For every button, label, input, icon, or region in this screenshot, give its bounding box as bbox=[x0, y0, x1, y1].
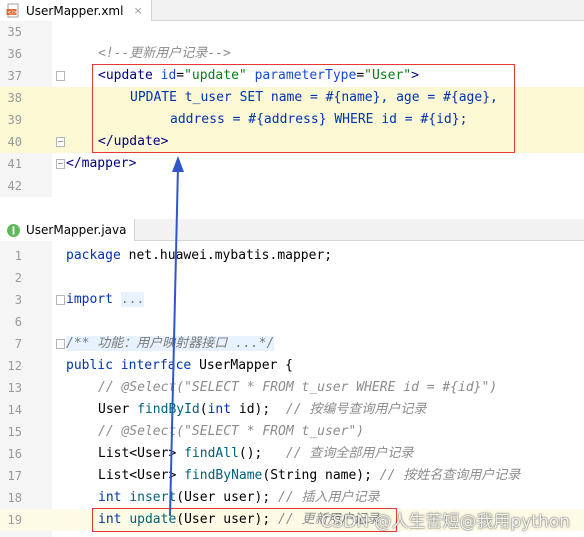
fold-marker[interactable] bbox=[56, 159, 65, 169]
line-number: 3 bbox=[14, 293, 22, 307]
line-number: 12 bbox=[7, 359, 22, 373]
line-number: 15 bbox=[7, 425, 22, 439]
java-editor[interactable]: 1 package net.huawei.mybatis.mapper; 2 3… bbox=[0, 241, 584, 537]
code-line: 15 // @Select("SELECT * FROM t_user") bbox=[0, 421, 584, 443]
line-number: 19 bbox=[7, 513, 22, 527]
type-name: List<User> bbox=[98, 468, 177, 483]
line-number: 16 bbox=[7, 447, 22, 461]
code-line: 2 bbox=[0, 267, 584, 289]
method-name: findAll bbox=[184, 446, 239, 461]
close-tab-icon[interactable]: × bbox=[133, 4, 142, 17]
code-line: 17 List<User> findByName(String name); /… bbox=[0, 465, 584, 487]
line-number: 2 bbox=[14, 271, 22, 285]
line-number: 40 bbox=[7, 135, 22, 149]
code-comment: // 查询全部用户记录 bbox=[285, 446, 414, 461]
line-number: 17 bbox=[7, 469, 22, 483]
line-number: 35 bbox=[7, 25, 22, 39]
code-comment: // @Select("SELECT * FROM t_user WHERE i… bbox=[98, 380, 498, 395]
fold-marker[interactable] bbox=[56, 339, 65, 349]
code-line: 1 package net.huawei.mybatis.mapper; bbox=[0, 245, 584, 267]
line-number: 39 bbox=[7, 113, 22, 127]
code-text: (User user); bbox=[176, 490, 271, 505]
xml-comment: <!--更新用户记录--> bbox=[98, 46, 231, 61]
code-comment: // @Select("SELECT * FROM t_user") bbox=[98, 424, 365, 439]
pane-separator bbox=[0, 197, 584, 219]
xml-tag: </mapper> bbox=[66, 156, 137, 171]
method-name: insert bbox=[129, 490, 177, 505]
type-name: User bbox=[98, 402, 130, 417]
line-number: 18 bbox=[7, 491, 22, 505]
keyword: import bbox=[66, 292, 113, 307]
xml-tab-bar: </> UserMapper.xml × bbox=[0, 0, 584, 21]
code-text: id); bbox=[231, 402, 271, 417]
code-line: 3 import ... bbox=[0, 289, 584, 311]
code-line: 12 public interface UserMapper { bbox=[0, 355, 584, 377]
line-number: 14 bbox=[7, 403, 22, 417]
line-number: 37 bbox=[7, 69, 22, 83]
fold-marker[interactable] bbox=[56, 71, 65, 81]
keyword: int bbox=[98, 490, 122, 505]
keyword: public bbox=[66, 358, 113, 373]
tab-label: UserMapper.java bbox=[26, 223, 127, 237]
code-text: net.huawei.mybatis.mapper; bbox=[120, 248, 333, 263]
code-line: 16 List<User> findAll(); // 查询全部用户记录 bbox=[0, 443, 584, 465]
doc-comment[interactable]: /** 功能：用户映射器接口 ...*/ bbox=[66, 336, 275, 351]
svg-text:</>: </> bbox=[7, 10, 17, 16]
java-tab-bar: UserMapper.java bbox=[0, 219, 584, 241]
code-text: UserMapper { bbox=[191, 358, 293, 373]
line-number: 1 bbox=[14, 249, 22, 263]
code-line: 13 // @Select("SELECT * FROM t_user WHER… bbox=[0, 377, 584, 399]
code-comment: // 插入用户记录 bbox=[278, 490, 380, 505]
code-line: 42 bbox=[0, 175, 584, 197]
keyword: interface bbox=[120, 358, 192, 373]
code-text: (String name); bbox=[262, 468, 372, 483]
line-number: 41 bbox=[7, 157, 22, 171]
watermark: CSDN @人生苦短@我用python bbox=[320, 512, 570, 532]
tab-label: UserMapper.xml bbox=[26, 3, 124, 18]
code-line: 18 int insert(User user); // 插入用户记录 bbox=[0, 487, 584, 509]
line-number: 36 bbox=[7, 47, 22, 61]
code-line: 41 </mapper> bbox=[0, 153, 584, 175]
xml-editor[interactable]: 35 36 <!--更新用户记录--> 37 <update id="updat… bbox=[0, 21, 584, 197]
line-number: 38 bbox=[7, 91, 22, 105]
code-line: 6 bbox=[0, 311, 584, 333]
interface-icon bbox=[7, 223, 20, 237]
highlight-box-xml bbox=[92, 64, 515, 153]
fold-marker[interactable] bbox=[56, 137, 65, 147]
line-number: 13 bbox=[7, 381, 22, 395]
folded-region[interactable]: ... bbox=[120, 292, 145, 307]
method-name: findById bbox=[137, 402, 200, 417]
fold-marker[interactable] bbox=[56, 295, 65, 305]
keyword: package bbox=[66, 248, 121, 263]
code-line: 35 bbox=[0, 21, 584, 43]
keyword: int bbox=[207, 402, 232, 417]
method-name: findByName bbox=[184, 468, 263, 483]
tab-usermapper-xml[interactable]: </> UserMapper.xml × bbox=[0, 0, 152, 21]
code-comment: // 按编号查询用户记录 bbox=[285, 402, 427, 417]
line-number: 7 bbox=[14, 337, 22, 351]
code-text: (); bbox=[238, 446, 263, 461]
code-comment: // 按姓名查询用户记录 bbox=[379, 468, 521, 483]
line-number: 6 bbox=[14, 315, 22, 329]
code-line: 7 /** 功能：用户映射器接口 ...*/ bbox=[0, 333, 584, 355]
type-name: List<User> bbox=[98, 446, 177, 461]
line-number: 42 bbox=[7, 179, 22, 193]
code-line: 36 <!--更新用户记录--> bbox=[0, 43, 584, 65]
code-line: 14 User findById(int id); // 按编号查询用户记录 bbox=[0, 399, 584, 421]
xml-file-icon: </> bbox=[6, 3, 19, 18]
tab-usermapper-java[interactable]: UserMapper.java bbox=[0, 219, 136, 241]
